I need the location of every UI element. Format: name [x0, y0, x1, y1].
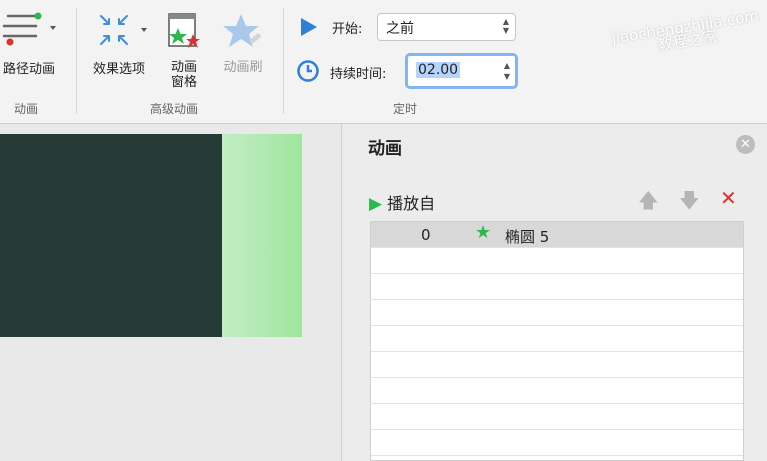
ribbon-separator-1 [76, 8, 77, 114]
close-icon[interactable]: ✕ [736, 135, 755, 154]
duration-value: 02.00 [416, 62, 461, 78]
animation-pane: 动画 ✕ ▶ 播放自 🡅 🡇 ✕ 0 ★ 椭圆 5 [341, 124, 767, 461]
animation-painter-icon [223, 14, 261, 47]
path-animation-button[interactable]: 路径动画 [0, 12, 62, 77]
effect-options-icon [100, 15, 147, 45]
animation-order: 0 [421, 226, 431, 244]
play-icon: ▶ [369, 194, 383, 214]
move-down-icon[interactable]: 🡇 [679, 186, 700, 220]
animation-pane-label-line2: 窗格 [170, 75, 197, 90]
group-label-animation: 动画 [14, 102, 39, 116]
slide-background [0, 134, 222, 337]
list-empty-row [371, 430, 743, 456]
path-animation-label: 路径动画 [2, 62, 55, 77]
start-label: 开始: [332, 22, 363, 37]
delete-icon[interactable]: ✕ [720, 186, 737, 210]
group-label-advanced: 高级动画 [150, 102, 199, 116]
list-item[interactable]: 0 ★ 椭圆 5 [371, 222, 743, 248]
animation-pane-button[interactable]: 动画 窗格 [160, 12, 208, 90]
duration-input[interactable]: 02.00 ▲ ▼ [405, 53, 518, 89]
watermark-text: jiaochengzhijia.com 教程之家 [610, 6, 760, 55]
animation-pane-label: 动画 窗格 [160, 60, 208, 90]
pane-title: 动画 [368, 139, 402, 159]
list-empty-row [371, 274, 743, 300]
animation-pane-icon [168, 13, 200, 48]
path-animation-icon [2, 12, 56, 46]
effect-options-button[interactable]: 效果选项 [86, 12, 152, 77]
group-label-timing: 定时 [393, 102, 418, 116]
entrance-effect-icon: ★ [475, 222, 492, 243]
clock-icon [297, 60, 319, 82]
ribbon-separator-2 [283, 8, 284, 114]
move-up-icon[interactable]: 🡅 [638, 186, 659, 220]
play-from-label: 播放自 [387, 194, 436, 213]
list-empty-row [371, 352, 743, 378]
slide-shape[interactable] [222, 134, 302, 337]
ribbon: 路径动画 效果选项 动画 窗格 动画刷 动画 高级动画 定时 开始: 之前 ▲ … [0, 0, 767, 124]
select-stepper-icon: ▲ ▼ [502, 17, 509, 35]
list-empty-row [371, 300, 743, 326]
play-start-icon [301, 18, 317, 36]
duration-stepper-icon[interactable]: ▲ ▼ [504, 60, 510, 82]
list-empty-row [371, 456, 743, 460]
list-empty-row [371, 248, 743, 274]
animation-target-name: 椭圆 5 [505, 228, 550, 246]
start-select-value: 之前 [386, 21, 414, 37]
duration-label: 持续时间: [330, 67, 387, 82]
animation-painter-label: 动画刷 [223, 60, 263, 75]
animation-pane-label-line1: 动画 [170, 60, 197, 75]
list-empty-row [371, 404, 743, 430]
animation-painter-button[interactable]: 动画刷 [216, 12, 270, 75]
list-empty-row [371, 326, 743, 352]
play-from-button[interactable]: ▶ 播放自 [369, 190, 435, 214]
list-empty-row [371, 378, 743, 404]
animation-list: 0 ★ 椭圆 5 [370, 221, 744, 461]
effect-options-label: 效果选项 [92, 62, 145, 77]
start-select[interactable]: 之前 ▲ ▼ [377, 13, 516, 41]
watermark: jiaochengzhijia.com 教程之家 [610, 6, 762, 60]
